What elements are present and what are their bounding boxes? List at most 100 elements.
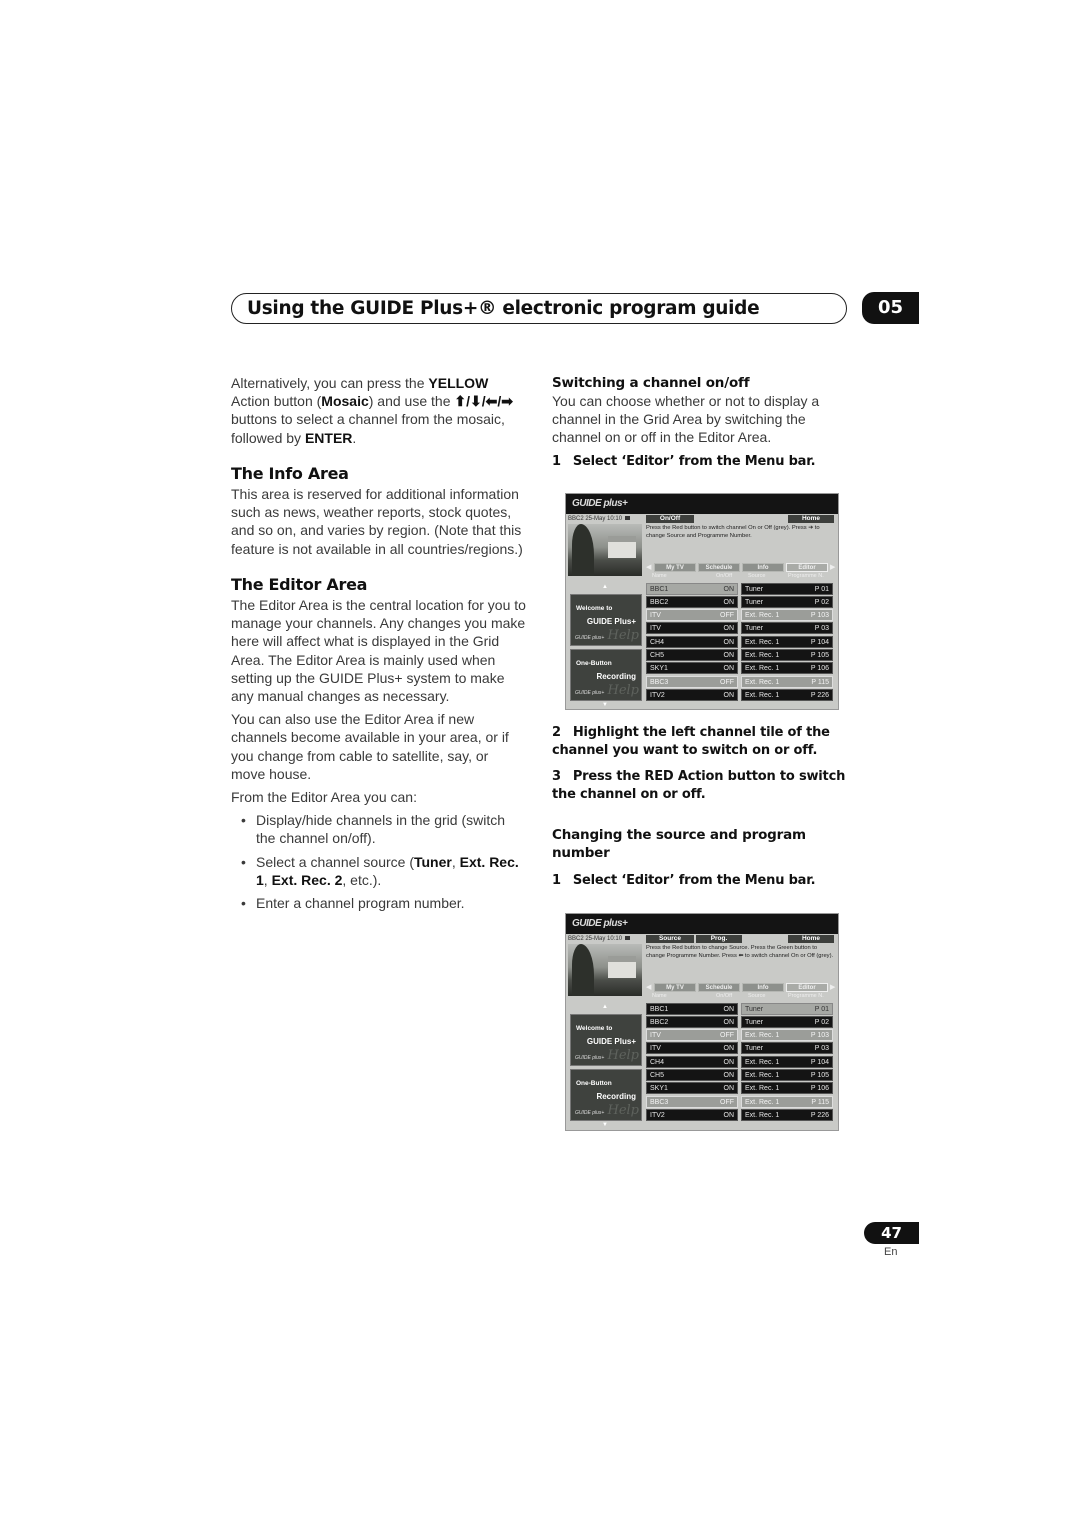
channel-source-tile[interactable]: Ext. Rec. 1 P 103: [741, 1029, 833, 1042]
channel-source-tile[interactable]: Tuner P 02: [741, 595, 833, 608]
channel-name-tile[interactable]: ITV2 ON: [646, 1108, 738, 1121]
channel-source-tile[interactable]: Ext. Rec. 1 P 115: [741, 675, 833, 688]
channel-source-tile[interactable]: Ext. Rec. 1 P 104: [741, 1055, 833, 1068]
home-button[interactable]: Home: [788, 935, 834, 943]
channel-source: Ext. Rec. 1: [745, 638, 780, 646]
channel-source-tile[interactable]: Tuner P 03: [741, 622, 833, 635]
help-watermark: Help: [607, 1048, 639, 1063]
scroll-up-icon[interactable]: ▲: [602, 1004, 608, 1010]
channel-source-tile[interactable]: Tuner P 01: [741, 1002, 833, 1015]
channel-row[interactable]: ITV ON Tuner P 03: [646, 1042, 834, 1055]
help-message: Press the Red button to switch channel O…: [646, 525, 820, 540]
channel-name-tile[interactable]: ITV OFF: [646, 609, 738, 622]
list-item: Enter a channel program number.: [241, 894, 526, 912]
channel-name: CH5: [650, 1071, 665, 1079]
channel-name-tile[interactable]: BBC3 OFF: [646, 1095, 738, 1108]
channel-name-tile[interactable]: CH4 ON: [646, 635, 738, 648]
channel-name-tile[interactable]: CH5 ON: [646, 1068, 738, 1081]
channel-name-tile[interactable]: ITV ON: [646, 1042, 738, 1055]
step-text: Press the RED Action button to switch th…: [552, 769, 846, 802]
channel-source-tile[interactable]: Tuner P 01: [741, 582, 833, 595]
mini-logo: GUIDE plus+: [575, 1110, 605, 1116]
channel-row[interactable]: CH4 ON Ext. Rec. 1 P 104: [646, 635, 834, 648]
channel-source-tile[interactable]: Ext. Rec. 1 P 106: [741, 662, 833, 675]
editor-area-p2: You can also use the Editor Area if new …: [231, 711, 509, 782]
tab-schedule[interactable]: Schedule: [698, 983, 740, 992]
list-item: Select a channel source (Tuner, Ext. Rec…: [241, 853, 526, 889]
channel-source-tile[interactable]: Ext. Rec. 1 P 105: [741, 648, 833, 661]
channel-programme: P 01: [814, 585, 829, 593]
channel-name-tile[interactable]: BBC3 OFF: [646, 675, 738, 688]
changing-heading: Changing the source and program number: [552, 827, 806, 861]
channel-row[interactable]: ITV2 ON Ext. Rec. 1 P 226: [646, 1108, 834, 1121]
tab-info[interactable]: Info: [742, 563, 784, 572]
channel-source-tile[interactable]: Tuner P 03: [741, 1042, 833, 1055]
channel-name-tile[interactable]: ITV OFF: [646, 1029, 738, 1042]
channel-name-tile[interactable]: SKY1 ON: [646, 1082, 738, 1095]
text: Action button (: [231, 393, 322, 410]
tab-info[interactable]: Info: [742, 983, 784, 992]
channel-name-tile[interactable]: SKY1 ON: [646, 662, 738, 675]
welcome-panel[interactable]: Welcome to GUIDE Plus+ Help GUIDE plus+: [570, 594, 642, 646]
channel-source-tile[interactable]: Tuner P 02: [741, 1015, 833, 1028]
one-button-recording-panel[interactable]: One-Button Recording Help GUIDE plus+: [570, 649, 642, 701]
channel-name-tile[interactable]: CH5 ON: [646, 648, 738, 661]
channel-row[interactable]: ITV OFF Ext. Rec. 1 P 103: [646, 609, 834, 622]
one-button-recording-panel[interactable]: One-Button Recording Help GUIDE plus+: [570, 1069, 642, 1121]
source-button[interactable]: Source: [646, 935, 694, 943]
panel-line1: Welcome to: [576, 1025, 613, 1032]
channel-programme: P 115: [811, 1098, 829, 1106]
menu-left-arrow-icon[interactable]: ◀: [646, 563, 651, 572]
channel-source: Ext. Rec. 1: [745, 1058, 780, 1066]
channel-name-tile[interactable]: CH4 ON: [646, 1055, 738, 1068]
col-source: Source: [748, 573, 766, 579]
channel-source-tile[interactable]: Ext. Rec. 1 P 106: [741, 1082, 833, 1095]
channel-source-tile[interactable]: Ext. Rec. 1 P 226: [741, 1108, 833, 1121]
channel-date-time: BBC2 25-May 10:10: [568, 516, 623, 522]
channel-row[interactable]: BBC1 ON Tuner P 01: [646, 582, 834, 595]
channel-row[interactable]: ITV2 ON Ext. Rec. 1 P 226: [646, 688, 834, 701]
channel-source-tile[interactable]: Ext. Rec. 1 P 104: [741, 635, 833, 648]
channel-row[interactable]: SKY1 ON Ext. Rec. 1 P 106: [646, 662, 834, 675]
channel-row[interactable]: SKY1 ON Ext. Rec. 1 P 106: [646, 1082, 834, 1095]
channel-name-tile[interactable]: ITV2 ON: [646, 688, 738, 701]
tab-my-tv[interactable]: My TV: [654, 563, 696, 572]
channel-row[interactable]: CH5 ON Ext. Rec. 1 P 105: [646, 648, 834, 661]
enter-label: ENTER: [304, 429, 353, 446]
channel-source-tile[interactable]: Ext. Rec. 1 P 103: [741, 609, 833, 622]
channel-name-tile[interactable]: BBC2 ON: [646, 1015, 738, 1028]
channel-row[interactable]: BBC2 ON Tuner P 02: [646, 1015, 834, 1028]
channel-programme: P 104: [810, 1058, 829, 1066]
channel-name: BBC3: [650, 1098, 669, 1106]
onoff-button[interactable]: On/Off: [646, 515, 694, 523]
tab-schedule[interactable]: Schedule: [698, 563, 740, 572]
channel-row[interactable]: BBC3 OFF Ext. Rec. 1 P 115: [646, 675, 834, 688]
channel-name-tile[interactable]: BBC1 ON: [646, 582, 738, 595]
channel-source-tile[interactable]: Ext. Rec. 1 P 115: [741, 1095, 833, 1108]
channel-name-tile[interactable]: BBC1 ON: [646, 1002, 738, 1015]
channel-row[interactable]: BBC3 OFF Ext. Rec. 1 P 115: [646, 1095, 834, 1108]
tab-editor[interactable]: Editor: [786, 563, 828, 572]
menu-right-arrow-icon[interactable]: ▶: [830, 563, 835, 572]
home-button[interactable]: Home: [788, 515, 834, 523]
menu-right-arrow-icon[interactable]: ▶: [830, 983, 835, 992]
channel-state: ON: [723, 651, 735, 659]
welcome-panel[interactable]: Welcome to GUIDE Plus+ Help GUIDE plus+: [570, 1014, 642, 1066]
channel-source-tile[interactable]: Ext. Rec. 1 P 226: [741, 688, 833, 701]
scroll-down-icon[interactable]: ▼: [602, 702, 608, 708]
tab-my-tv[interactable]: My TV: [654, 983, 696, 992]
tab-editor[interactable]: Editor: [786, 983, 828, 992]
channel-row[interactable]: ITV OFF Ext. Rec. 1 P 103: [646, 1029, 834, 1042]
menu-left-arrow-icon[interactable]: ◀: [646, 983, 651, 992]
channel-row[interactable]: CH5 ON Ext. Rec. 1 P 105: [646, 1068, 834, 1081]
scroll-up-icon[interactable]: ▲: [602, 584, 608, 590]
channel-name-tile[interactable]: ITV ON: [646, 622, 738, 635]
channel-row[interactable]: ITV ON Tuner P 03: [646, 622, 834, 635]
channel-row[interactable]: CH4 ON Ext. Rec. 1 P 104: [646, 1055, 834, 1068]
scroll-down-icon[interactable]: ▼: [602, 1122, 608, 1128]
channel-row[interactable]: BBC1 ON Tuner P 01: [646, 1002, 834, 1015]
channel-row[interactable]: BBC2 ON Tuner P 02: [646, 595, 834, 608]
prog-button[interactable]: Prog.: [696, 935, 742, 943]
channel-name-tile[interactable]: BBC2 ON: [646, 595, 738, 608]
channel-source-tile[interactable]: Ext. Rec. 1 P 105: [741, 1068, 833, 1081]
